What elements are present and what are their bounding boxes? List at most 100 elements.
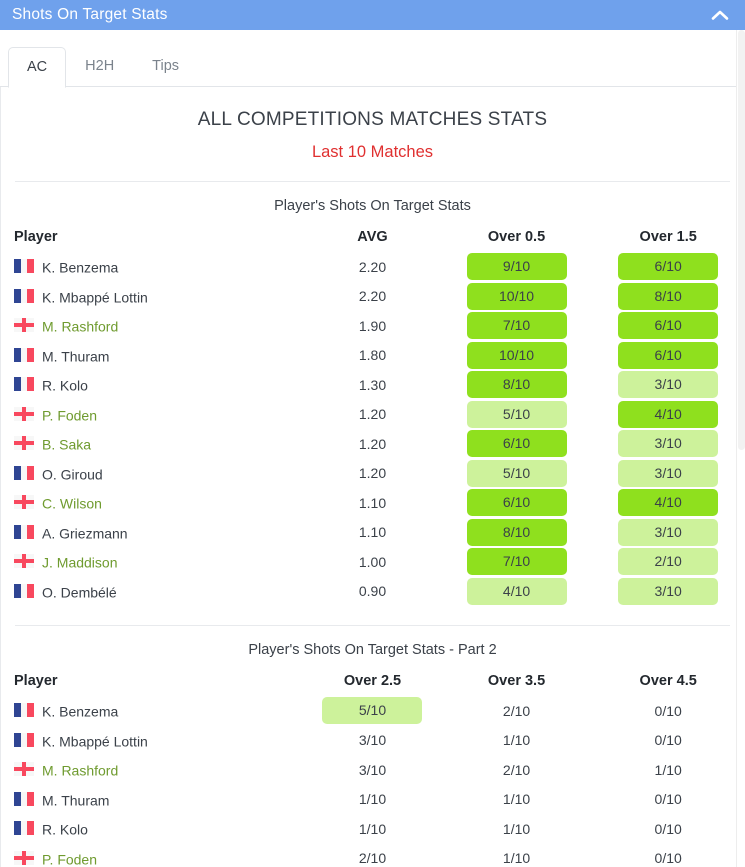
player-cell[interactable]: M. Thuram xyxy=(1,785,304,815)
player-name: M. Thuram xyxy=(42,791,110,808)
flag-france-icon xyxy=(14,703,34,718)
tab-tips[interactable]: Tips xyxy=(133,46,198,88)
player-cell[interactable]: B. Saka xyxy=(1,429,304,459)
player-cell[interactable]: P. Foden xyxy=(1,844,304,867)
table-row[interactable]: C. Wilson 1.10 6/10 4/10 xyxy=(1,488,744,518)
avg-cell: 1.30 xyxy=(358,376,387,393)
over15-badge: 2/10 xyxy=(618,548,719,576)
table-row[interactable]: O. Dembélé 0.90 4/10 3/10 xyxy=(1,577,744,607)
player-cell[interactable]: M. Thuram xyxy=(1,341,304,371)
vertical-scrollbar[interactable] xyxy=(736,30,745,867)
avg-cell: 1.10 xyxy=(358,494,387,511)
player-cell[interactable]: M. Rashford xyxy=(1,311,304,341)
over05-badge: 10/10 xyxy=(466,282,567,310)
player-cell[interactable]: C. Wilson xyxy=(1,488,304,518)
over45-value: 0/10 xyxy=(654,791,682,808)
over15-badge: 3/10 xyxy=(618,459,719,487)
avg-cell: 1.10 xyxy=(358,524,387,541)
player-cell[interactable]: O. Giroud xyxy=(1,459,304,489)
flag-england-icon xyxy=(14,850,34,865)
player-name: P. Foden xyxy=(42,850,98,867)
tab-bar: AC H2H Tips xyxy=(0,30,745,88)
flag-france-icon xyxy=(14,347,34,362)
table-row[interactable]: R. Kolo 1/10 1/10 0/10 xyxy=(1,814,744,844)
over15-cell: 6/10 xyxy=(592,252,744,282)
over35-value: 1/10 xyxy=(502,732,531,749)
over05-badge: 4/10 xyxy=(466,577,567,605)
table-row[interactable]: P. Foden 1.20 5/10 4/10 xyxy=(1,400,744,430)
player-name: O. Giroud xyxy=(42,465,103,482)
over35-cell: 1/10 xyxy=(441,726,593,756)
player-cell[interactable]: K. Benzema xyxy=(1,252,304,282)
table-row[interactable]: M. Thuram 1/10 1/10 0/10 xyxy=(1,785,744,815)
over15-badge: 8/10 xyxy=(618,282,719,310)
section2-title: Player's Shots On Target Stats - Part 2 xyxy=(248,642,497,658)
over05-badge: 7/10 xyxy=(466,312,567,340)
tab-ac[interactable]: AC xyxy=(8,46,67,88)
widget-title: Shots On Target Stats xyxy=(12,6,168,23)
column-header-over25: Over 2.5 xyxy=(343,673,402,689)
tab-h2h[interactable]: H2H xyxy=(66,46,133,88)
over45-value: 0/10 xyxy=(654,702,682,719)
table-row[interactable]: R. Kolo 1.30 8/10 3/10 xyxy=(1,370,744,400)
table-row[interactable]: O. Giroud 1.20 5/10 3/10 xyxy=(1,459,744,489)
column-header-player: Player xyxy=(14,673,58,689)
table-row[interactable]: M. Rashford 3/10 2/10 1/10 xyxy=(1,755,744,785)
player-cell[interactable]: K. Mbappé Lottin xyxy=(1,282,304,312)
avg-cell: 2.20 xyxy=(358,258,387,275)
player-name: M. Rashford xyxy=(42,318,119,335)
over05-badge: 6/10 xyxy=(466,489,567,517)
player-cell[interactable]: O. Dembélé xyxy=(1,577,304,607)
widget-titlebar: Shots On Target Stats xyxy=(0,0,745,30)
column-header-avg: AVG xyxy=(357,229,388,245)
table-row[interactable]: K. Benzema 5/10 2/10 0/10 xyxy=(1,696,744,726)
player-cell[interactable]: M. Rashford xyxy=(1,755,304,785)
over25-cell: 1/10 xyxy=(304,814,440,844)
over05-cell: 7/10 xyxy=(441,311,593,341)
table-row[interactable]: P. Foden 2/10 1/10 0/10 xyxy=(1,844,744,867)
section1-title: Player's Shots On Target Stats xyxy=(274,198,471,214)
flag-england-icon xyxy=(14,406,34,421)
flag-france-icon xyxy=(14,377,34,392)
player-cell[interactable]: K. Mbappé Lottin xyxy=(1,726,304,756)
over45-value: 0/10 xyxy=(654,820,682,837)
player-cell[interactable]: J. Maddison xyxy=(1,547,304,577)
over45-value: 0/10 xyxy=(654,732,682,749)
over25-value: 1/10 xyxy=(358,791,387,808)
player-cell[interactable]: R. Kolo xyxy=(1,370,304,400)
flag-france-icon xyxy=(14,791,34,806)
over45-cell: 0/10 xyxy=(592,726,744,756)
column-header-over45: Over 4.5 xyxy=(639,673,697,689)
over15-cell: 3/10 xyxy=(592,577,744,607)
chevron-up-icon[interactable] xyxy=(709,4,731,26)
table-row[interactable]: B. Saka 1.20 6/10 3/10 xyxy=(1,429,744,459)
flag-france-icon xyxy=(14,288,34,303)
over15-cell: 6/10 xyxy=(592,341,744,371)
table-row[interactable]: J. Maddison 1.00 7/10 2/10 xyxy=(1,547,744,577)
table-row[interactable]: K. Mbappé Lottin 2.20 10/10 8/10 xyxy=(1,282,744,312)
column-header-over15: Over 1.5 xyxy=(639,229,697,245)
player-cell[interactable]: P. Foden xyxy=(1,400,304,430)
over05-cell: 10/10 xyxy=(441,341,593,371)
scrollbar-thumb[interactable] xyxy=(738,30,745,450)
table-row[interactable]: K. Mbappé Lottin 3/10 1/10 0/10 xyxy=(1,726,744,756)
table-row[interactable]: M. Thuram 1.80 10/10 6/10 xyxy=(1,341,744,371)
over05-badge: 8/10 xyxy=(466,371,567,399)
table-row[interactable]: A. Griezmann 1.10 8/10 3/10 xyxy=(1,518,744,548)
table-row[interactable]: M. Rashford 1.90 7/10 6/10 xyxy=(1,311,744,341)
over35-cell: 2/10 xyxy=(441,755,593,785)
player-name: M. Rashford xyxy=(42,762,119,779)
over05-badge: 7/10 xyxy=(466,548,567,576)
flag-france-icon xyxy=(14,465,34,480)
player-name: C. Wilson xyxy=(42,495,102,512)
player-name: K. Benzema xyxy=(42,259,119,276)
table-row[interactable]: K. Benzema 2.20 9/10 6/10 xyxy=(1,252,744,282)
player-cell[interactable]: K. Benzema xyxy=(1,696,304,726)
player-cell[interactable]: A. Griezmann xyxy=(1,518,304,548)
over45-cell: 0/10 xyxy=(592,785,744,815)
over35-value: 1/10 xyxy=(502,820,531,837)
over35-cell: 1/10 xyxy=(441,814,593,844)
over05-cell: 6/10 xyxy=(441,429,593,459)
over25-cell: 3/10 xyxy=(304,726,440,756)
player-cell[interactable]: R. Kolo xyxy=(1,814,304,844)
